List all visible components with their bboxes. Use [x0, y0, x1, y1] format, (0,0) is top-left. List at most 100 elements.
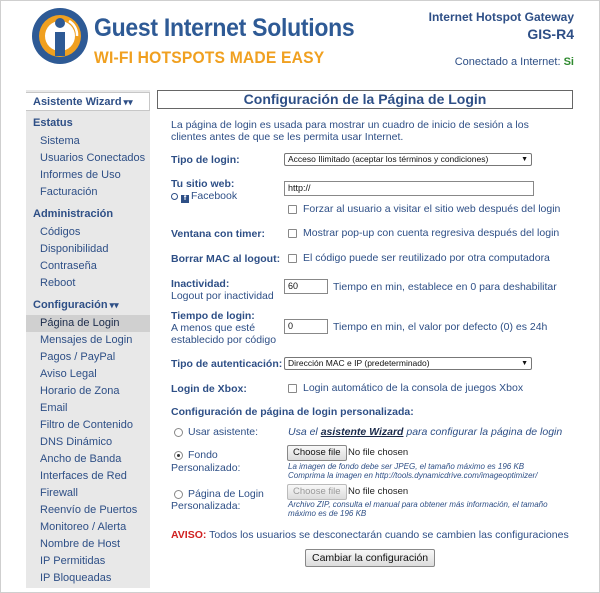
background-radio[interactable]: [174, 451, 183, 460]
login-time-sub1: A menos que esté: [171, 322, 256, 334]
sidebar-section-configuracion[interactable]: Configuración ▾▾: [26, 296, 150, 315]
sidebar-item-informes-de-uso[interactable]: Informes de Uso: [26, 167, 150, 184]
custom-page-option-label2: Personalizada:: [171, 500, 241, 512]
xbox-label: Login de Xbox:: [171, 383, 247, 395]
warning-key: AVISO:: [171, 529, 207, 541]
login-type-value: Acceso Ilimitado (aceptar los términos y…: [288, 154, 489, 164]
mac-label: Borrar MAC al logout:: [171, 253, 281, 265]
wizard-text-pre: Usa el: [288, 426, 318, 438]
product-model: GIS-R4: [527, 26, 574, 42]
auth-type-select[interactable]: Dirección MAC e IP (predeterminado) ▼: [284, 357, 532, 370]
auth-type-label: Tipo de autenticación:: [171, 358, 283, 370]
wizard-option-label: Usar asistente:: [188, 426, 259, 438]
sidebar-item-dns-dinamico[interactable]: DNS Dinámico: [26, 434, 150, 451]
auth-type-value: Dirección MAC e IP (predeterminado): [288, 358, 430, 368]
sidebar-item-firewall[interactable]: Firewall: [26, 485, 150, 502]
background-no-file: No file chosen: [348, 447, 409, 458]
mac-checkbox[interactable]: [288, 254, 297, 263]
sidebar-item-usuarios-conectados[interactable]: Usuarios Conectados: [26, 150, 150, 167]
main-content: Configuración de la Página de Login La p…: [157, 90, 573, 143]
sidebar-item-filtro-de-contenido[interactable]: Filtro de Contenido: [26, 417, 150, 434]
wizard-link[interactable]: asistente Wizard: [321, 426, 404, 438]
wizard-instruction: Usa el asistente Wizard para configurar …: [288, 426, 562, 438]
custom-page-choose-file-button[interactable]: Choose file: [287, 484, 347, 500]
sidebar-item-interfaces-de-red[interactable]: Interfaces de Red: [26, 468, 150, 485]
custom-login-heading: Configuración de página de login persona…: [171, 406, 414, 418]
page-title: Configuración de la Página de Login: [157, 90, 573, 109]
login-time-sub2: establecido por código: [171, 334, 277, 346]
sidebar-item-sistema[interactable]: Sistema: [26, 133, 150, 150]
submit-button[interactable]: Cambiar la configuración: [305, 549, 436, 567]
force-website-checkbox[interactable]: [288, 205, 297, 214]
double-chevron-down-icon: ▾▾: [123, 97, 133, 107]
sidebar-item-ancho-de-banda[interactable]: Ancho de Banda: [26, 451, 150, 468]
website-label: Tu sitio web:: [171, 178, 235, 190]
facebook-icon: f: [181, 195, 189, 203]
background-option-label1: Fondo: [188, 449, 218, 461]
sidebar-item-email[interactable]: Email: [26, 400, 150, 417]
background-hint2: Comprima la imagen en http://tools.dynam…: [288, 471, 538, 480]
sidebar-wizard-toggle[interactable]: Asistente Wizard ▾▾: [26, 92, 150, 111]
sidebar-configuracion-label: Configuración: [33, 299, 108, 311]
sidebar-item-reenvio-de-puertos[interactable]: Reenvío de Puertos: [26, 502, 150, 519]
background-choose-file-button[interactable]: Choose file: [287, 445, 347, 461]
login-time-label: Tiempo de login:: [171, 310, 255, 322]
timer-check-label: Mostrar pop-up con cuenta regresiva desp…: [303, 227, 560, 239]
sidebar-item-ip-bloqueadas[interactable]: IP Bloqueadas: [26, 570, 150, 587]
connection-status: Conectado a Internet: Si: [455, 56, 574, 68]
wizard-text-post: para configurar la página de login: [406, 426, 563, 438]
dropdown-arrow-icon: ▼: [521, 156, 528, 163]
timer-checkbox[interactable]: [288, 229, 297, 238]
double-chevron-down-icon: ▾▾: [109, 300, 119, 310]
facebook-option[interactable]: f Facebook: [171, 190, 237, 203]
sidebar-item-reboot[interactable]: Reboot: [26, 275, 150, 292]
inactivity-label: Inactividad:: [171, 278, 230, 290]
custom-page-radio[interactable]: [174, 490, 183, 499]
wizard-radio[interactable]: [174, 428, 183, 437]
sidebar-item-aviso-legal[interactable]: Aviso Legal: [26, 366, 150, 383]
warning-text: Todos los usuarios se desconectarán cuan…: [209, 529, 569, 541]
login-type-label: Tipo de login:: [171, 154, 240, 166]
sidebar-item-mensajes-de-login[interactable]: Mensajes de Login: [26, 332, 150, 349]
login-time-note: Tiempo en min, el valor por defecto (0) …: [333, 321, 548, 333]
force-website-label: Forzar al usuario a visitar el sitio web…: [303, 203, 561, 215]
background-option-label2: Personalizado:: [171, 462, 241, 474]
website-url-input[interactable]: http://: [284, 181, 534, 196]
connection-label: Conectado a Internet:: [454, 56, 561, 68]
timer-label: Ventana con timer:: [171, 228, 265, 240]
custom-page-option-label1: Página de Login: [188, 488, 264, 500]
sidebar-item-monitoreo-alerta[interactable]: Monitoreo / Alerta: [26, 519, 150, 536]
mac-check-label: El código puede ser reutilizado por otra…: [303, 252, 550, 264]
sidebar-item-horario-de-zona[interactable]: Horario de Zona: [26, 383, 150, 400]
sidebar-item-facturacion[interactable]: Facturación: [26, 184, 150, 201]
sidebar-section-administracion: Administración: [33, 208, 114, 220]
sidebar-item-disponibilidad[interactable]: Disponibilidad: [26, 241, 150, 258]
connection-value: Si: [563, 56, 574, 68]
sidebar-wizard-label: Asistente Wizard: [33, 96, 122, 108]
inactivity-sub: Logout por inactividad: [171, 290, 274, 302]
login-type-select[interactable]: Acceso Ilimitado (aceptar los términos y…: [284, 153, 532, 166]
sidebar-item-nombre-de-host[interactable]: Nombre de Host: [26, 536, 150, 553]
sidebar-section-estatus: Estatus: [33, 117, 73, 129]
brand-name: Guest Internet Solutions: [94, 14, 355, 42]
background-hint1: La imagen de fondo debe ser JPEG, el tam…: [288, 462, 525, 471]
custom-page-no-file: No file chosen: [348, 486, 409, 497]
inactivity-input[interactable]: 60: [284, 279, 328, 294]
sidebar-item-codigos[interactable]: Códigos: [26, 224, 150, 241]
brand-logo-icon: [32, 8, 88, 64]
sidebar-item-pagina-de-login[interactable]: Página de Login: [26, 315, 150, 332]
login-time-input[interactable]: 0: [284, 319, 328, 334]
intro-text: La página de login es usada para mostrar…: [171, 119, 529, 143]
sidebar-item-contrasena[interactable]: Contraseña: [26, 258, 150, 275]
sidebar-item-pagos-paypal[interactable]: Pagos / PayPal: [26, 349, 150, 366]
xbox-checkbox[interactable]: [288, 384, 297, 393]
xbox-check-label: Login automático de la consola de juegos…: [303, 382, 524, 394]
header-product-info: Internet Hotspot Gateway GIS-R4: [429, 10, 574, 42]
sidebar-item-ip-permitidas[interactable]: IP Permitidas: [26, 553, 150, 570]
facebook-label: Facebook: [191, 190, 238, 202]
warning-message: AVISO: Todos los usuarios se desconectar…: [171, 529, 569, 541]
dropdown-arrow-icon: ▼: [521, 360, 528, 367]
radio-ring-icon: [171, 193, 178, 200]
brand-tagline: WI-FI HOTSPOTS MADE EASY: [94, 48, 325, 67]
sidebar-nav: Asistente Wizard ▾▾ Estatus Sistema Usuar…: [26, 90, 150, 588]
